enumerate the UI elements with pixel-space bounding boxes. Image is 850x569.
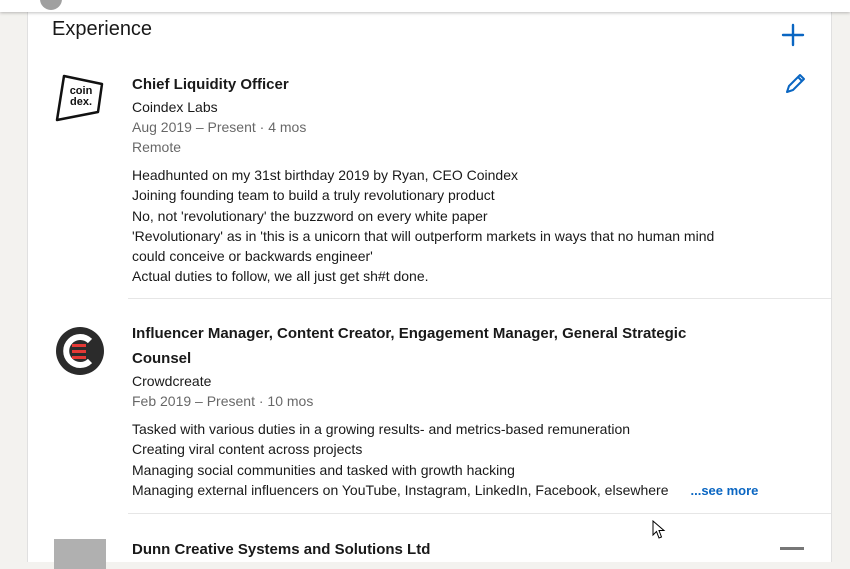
job-description: Tasked with various duties in a growing … bbox=[132, 421, 759, 498]
job-dates: Aug 2019 – Present · 4 mos bbox=[132, 119, 307, 135]
edit-pencil-icon[interactable] bbox=[783, 72, 807, 96]
dunn-logo[interactable] bbox=[54, 539, 106, 569]
avatar[interactable] bbox=[40, 0, 62, 10]
svg-text:dex.: dex. bbox=[70, 96, 92, 108]
job-description: Headhunted on my 31st birthday 2019 by R… bbox=[132, 167, 715, 285]
add-experience-icon[interactable] bbox=[780, 22, 806, 48]
experience-item-coindex: Chief Liquidity Officer Coindex Labs Aug… bbox=[132, 72, 772, 287]
coindex-logo[interactable]: coin dex. bbox=[54, 72, 106, 124]
job-dates: Feb 2019 – Present · 10 mos bbox=[132, 393, 314, 409]
crowdcreate-logo[interactable] bbox=[54, 325, 106, 377]
job-title-continued[interactable]: Counsel bbox=[132, 346, 772, 371]
divider bbox=[128, 298, 831, 299]
section-title: Experience bbox=[52, 18, 153, 40]
job-title[interactable]: Influencer Manager, Content Creator, Eng… bbox=[132, 321, 772, 346]
job-title[interactable]: Chief Liquidity Officer bbox=[132, 72, 772, 97]
experience-item-crowdcreate: Influencer Manager, Content Creator, Eng… bbox=[132, 321, 772, 501]
top-nav-bar bbox=[0, 0, 850, 12]
experience-card: Experience coin dex. Chief Liquidity Off… bbox=[27, 2, 832, 569]
see-more-link[interactable]: ...see more bbox=[690, 483, 758, 498]
company-name: Crowdcreate bbox=[132, 373, 212, 389]
company-name: Coindex Labs bbox=[132, 99, 218, 115]
divider bbox=[128, 513, 831, 514]
job-location: Remote bbox=[132, 139, 182, 155]
mouse-cursor-icon bbox=[652, 520, 666, 539]
